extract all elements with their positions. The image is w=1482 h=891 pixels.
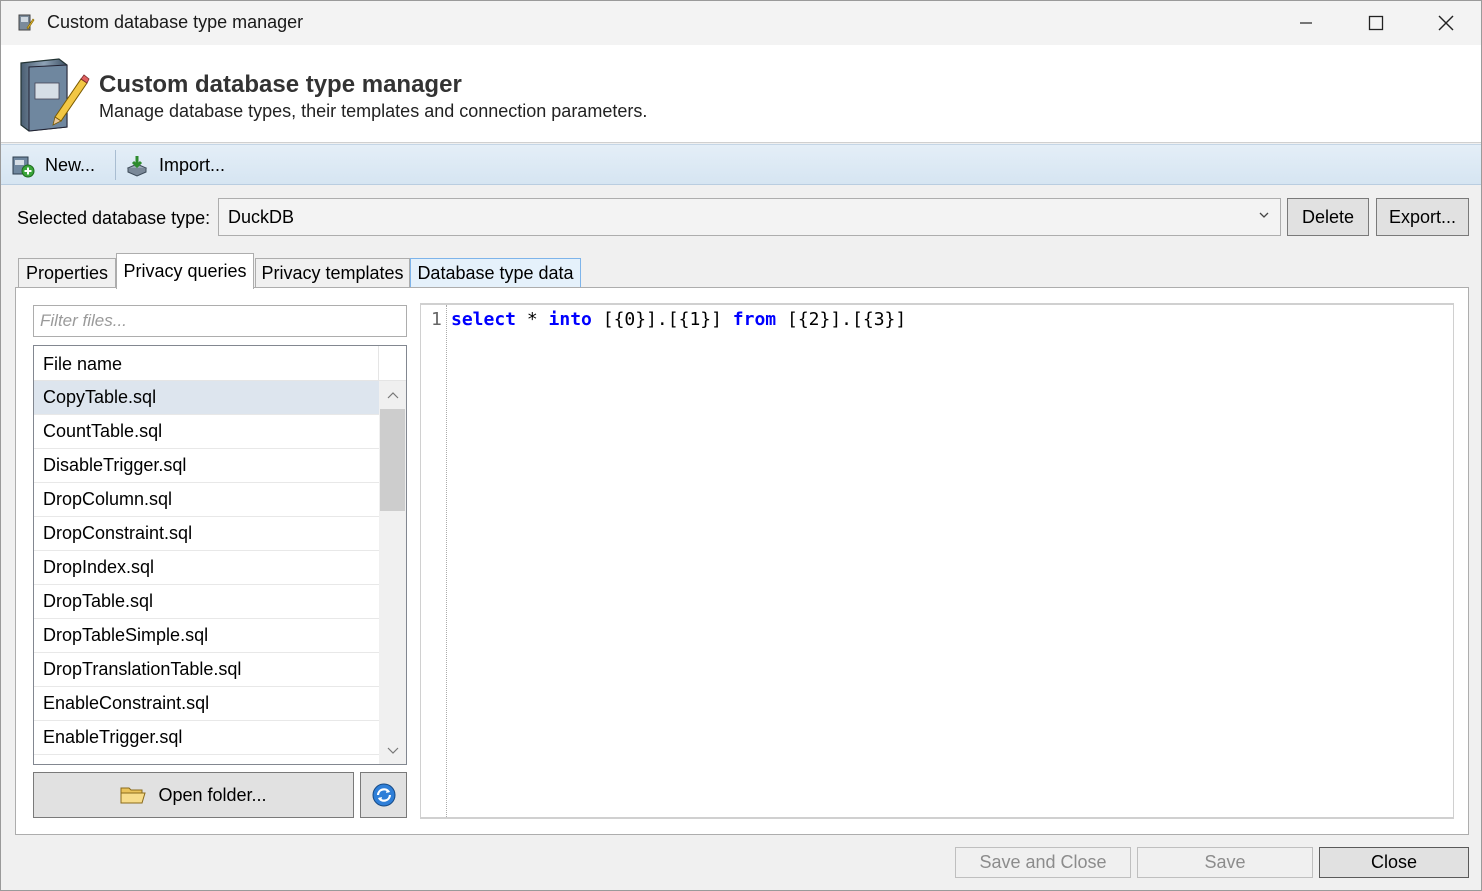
app-icon <box>17 13 35 33</box>
db-type-select[interactable]: DuckDB <box>218 198 1281 236</box>
title-bar: Custom database type manager <box>1 1 1481 45</box>
list-item[interactable]: CountTable.sql <box>34 415 379 449</box>
toolbar-separator <box>115 150 116 180</box>
filter-files-field[interactable] <box>33 305 407 337</box>
maximize-button[interactable] <box>1341 1 1411 45</box>
toolbar: New... Import... <box>1 144 1481 185</box>
file-rows: CopyTable.sql CountTable.sql DisableTrig… <box>34 381 379 755</box>
scrollbar-thumb[interactable] <box>380 409 405 511</box>
db-type-label: Selected database type: <box>17 208 211 228</box>
file-list: File name CopyTable.sql CountTable.sql D… <box>33 345 407 765</box>
sql-keyword: select <box>451 309 517 330</box>
scroll-up-button[interactable] <box>379 381 406 409</box>
sql-text: * <box>516 309 549 330</box>
filter-files-input[interactable] <box>34 306 406 336</box>
delete-button[interactable]: Delete <box>1287 198 1369 236</box>
export-button[interactable]: Export... <box>1376 198 1469 236</box>
new-database-icon <box>12 156 35 177</box>
import-button[interactable]: Import... <box>125 145 225 186</box>
new-label: New... <box>45 155 96 175</box>
list-item[interactable]: DropConstraint.sql <box>34 517 379 551</box>
chevron-up-icon <box>387 392 398 399</box>
save-and-close-button[interactable]: Save and Close <box>955 847 1131 878</box>
database-manager-icon <box>15 55 91 133</box>
list-item[interactable]: DisableTrigger.sql <box>34 449 379 483</box>
minimize-button[interactable] <box>1271 1 1341 45</box>
code-line[interactable]: select * into [{0}].[{1}] from [{2}].[{3… <box>451 309 906 330</box>
tab-properties[interactable]: Properties <box>18 258 116 288</box>
tab-privacy-templates[interactable]: Privacy templates <box>255 258 410 288</box>
minimize-icon <box>1300 22 1312 24</box>
refresh-button[interactable] <box>360 772 407 818</box>
open-folder-label: Open folder... <box>158 784 267 805</box>
tab-privacy-queries[interactable]: Privacy queries <box>116 253 254 289</box>
column-header-file-name[interactable]: File name <box>43 354 122 375</box>
sql-text: [{0}].[{1}] <box>591 309 733 330</box>
tab-database-type-data[interactable]: Database type data <box>410 258 581 288</box>
import-icon <box>126 155 148 177</box>
list-item[interactable]: EnableTrigger.sql <box>34 721 379 755</box>
list-item[interactable]: EnableConstraint.sql <box>34 687 379 721</box>
file-list-scrollbar[interactable] <box>379 381 406 764</box>
db-type-value: DuckDB <box>228 207 295 227</box>
sql-keyword: into <box>548 309 592 330</box>
list-item[interactable]: DropIndex.sql <box>34 551 379 585</box>
sql-editor[interactable]: 1 select * into [{0}].[{1}] from [{2}].[… <box>420 303 1454 819</box>
window-title: Custom database type manager <box>47 12 304 32</box>
sql-text: [{2}].[{3}] <box>776 309 907 330</box>
close-window-button[interactable] <box>1411 1 1481 45</box>
sql-keyword: from <box>732 309 777 330</box>
list-item[interactable]: CopyTable.sql <box>34 381 379 415</box>
folder-icon <box>120 787 147 804</box>
chevron-down-icon <box>387 747 398 754</box>
save-button[interactable]: Save <box>1137 847 1313 878</box>
privacy-queries-panel: File name CopyTable.sql CountTable.sql D… <box>15 287 1469 835</box>
header-subtitle: Manage database types, their templates a… <box>99 101 648 121</box>
open-folder-button[interactable]: Open folder... <box>33 772 354 818</box>
line-number: 1 <box>431 309 442 330</box>
close-button[interactable]: Close <box>1319 847 1469 878</box>
file-list-header: File name <box>34 346 406 381</box>
editor-gutter: 1 <box>421 305 447 817</box>
refresh-icon <box>372 783 395 807</box>
chevron-down-icon <box>1259 212 1269 218</box>
header-title: Custom database type manager <box>99 71 462 98</box>
list-item[interactable]: DropTranslationTable.sql <box>34 653 379 687</box>
list-item[interactable]: DropTable.sql <box>34 585 379 619</box>
list-item[interactable]: DropColumn.sql <box>34 483 379 517</box>
column-separator <box>378 346 379 381</box>
list-item[interactable]: DropTableSimple.sql <box>34 619 379 653</box>
new-button[interactable]: New... <box>11 145 95 186</box>
maximize-icon <box>1368 15 1384 31</box>
dialog-window: Custom database type manager Custom data… <box>0 0 1482 891</box>
close-icon <box>1438 15 1454 31</box>
scroll-down-button[interactable] <box>379 737 406 764</box>
dialog-header: Custom database type manager Manage data… <box>1 45 1481 143</box>
import-label: Import... <box>159 155 226 175</box>
